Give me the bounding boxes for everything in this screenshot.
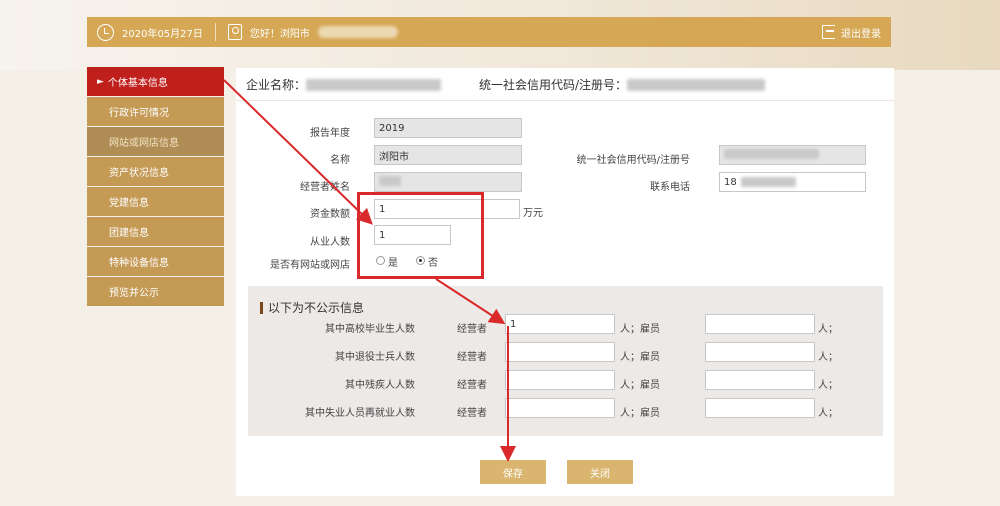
redacted-credit-value xyxy=(724,149,819,159)
credit-code-field-label: 统一社会信用代码/注册号 xyxy=(576,155,690,166)
website-no-radio[interactable] xyxy=(416,256,425,265)
sidebar-item-admin-permit[interactable]: 行政许可情况 xyxy=(87,97,224,126)
top-bar: 2020年05月27日 您好！浏阳市 退出登录 xyxy=(87,17,891,47)
person-unit: 人； xyxy=(818,408,838,419)
redacted-credit-code xyxy=(627,79,766,91)
operator-name-label: 经营者姓名 xyxy=(300,182,350,193)
header-divider xyxy=(236,100,894,101)
employee-label: 人；雇员 xyxy=(620,408,660,419)
graduates-label: 其中高校毕业生人数 xyxy=(325,324,415,335)
operator-label: 经营者 xyxy=(457,380,487,391)
website-no-label: 否 xyxy=(428,258,438,269)
credit-code-label: 统一社会信用代码/注册号： xyxy=(479,78,628,92)
disabled-operator-field[interactable] xyxy=(505,370,615,390)
sidebar-item-label: 行政许可情况 xyxy=(109,108,169,119)
capital-label: 资金数额 xyxy=(310,209,350,220)
sidebar-item-label: 资产状况信息 xyxy=(109,168,169,179)
phone-prefix: 18 xyxy=(724,176,737,188)
employee-label: 人；雇员 xyxy=(620,324,660,335)
sidebar-item-asset-info[interactable]: 资产状况信息 xyxy=(87,157,224,186)
sidebar-item-basic-info[interactable]: ► 个体基本信息 xyxy=(87,67,224,96)
person-unit: 人； xyxy=(818,324,838,335)
sidebar-nav: ► 个体基本信息 行政许可情况 网站或网店信息 资产状况信息 党建信息 团建信息… xyxy=(87,67,224,307)
sidebar-item-label: 个体基本信息 xyxy=(107,78,168,89)
sidebar-item-special-equipment[interactable]: 特种设备信息 xyxy=(87,247,224,276)
redacted-phone xyxy=(740,177,796,187)
company-name-label: 企业名称： xyxy=(246,78,307,92)
person-unit: 人； xyxy=(818,380,838,391)
divider xyxy=(214,23,216,41)
current-date: 2020年05月27日 xyxy=(122,28,203,40)
veterans-operator-field[interactable] xyxy=(505,342,615,362)
veterans-employee-field[interactable] xyxy=(705,342,815,362)
sidebar-item-label: 党建信息 xyxy=(109,198,149,209)
report-year-field[interactable] xyxy=(374,118,522,138)
disabled-employee-field[interactable] xyxy=(705,370,815,390)
close-button[interactable]: 关闭 xyxy=(567,460,633,484)
report-year-label: 报告年度 xyxy=(310,128,350,139)
person-unit: 人； xyxy=(818,352,838,363)
reemployed-operator-field[interactable] xyxy=(505,398,615,418)
website-yes-radio[interactable] xyxy=(376,256,385,265)
logout-label: 退出登录 xyxy=(841,28,881,40)
operator-name-field[interactable] xyxy=(374,172,522,192)
enterprise-header: 企业名称： 统一社会信用代码/注册号： xyxy=(246,76,766,93)
sidebar-item-label: 预览并公示 xyxy=(109,288,159,299)
capital-unit: 万元 xyxy=(523,208,543,219)
redacted-username xyxy=(317,26,398,38)
staff-count-label: 从业人数 xyxy=(310,237,350,248)
graduates-operator-field[interactable] xyxy=(505,314,615,334)
title-accent-bar xyxy=(260,301,263,314)
reemployed-label: 其中失业人员再就业人数 xyxy=(305,408,415,419)
user-icon xyxy=(227,24,242,40)
sidebar-item-label: 网站或网店信息 xyxy=(109,138,179,149)
disabled-label: 其中残疾人人数 xyxy=(345,380,415,391)
phone-label: 联系电话 xyxy=(650,182,690,193)
non-public-title-text: 以下为不公示信息 xyxy=(268,301,365,315)
logout-icon xyxy=(822,25,835,39)
sidebar-item-party-info[interactable]: 党建信息 xyxy=(87,187,224,216)
save-button[interactable]: 保存 xyxy=(480,460,546,484)
name-label: 名称 xyxy=(330,155,350,166)
website-yes-label: 是 xyxy=(388,258,398,269)
name-field[interactable] xyxy=(374,145,522,165)
phone-field[interactable]: 18 xyxy=(719,172,866,192)
website-question-label: 是否有网站或网店 xyxy=(270,260,350,271)
greeting-text: 您好！浏阳市 xyxy=(249,28,310,40)
redacted-company-name xyxy=(306,79,442,91)
sidebar-item-website-info[interactable]: 网站或网店信息 xyxy=(87,127,224,156)
staff-count-field[interactable] xyxy=(374,225,451,245)
logout-button[interactable]: 退出登录 xyxy=(822,25,881,40)
clock-icon xyxy=(97,23,114,41)
operator-label: 经营者 xyxy=(457,324,487,335)
employee-label: 人；雇员 xyxy=(620,380,660,391)
operator-label: 经营者 xyxy=(457,352,487,363)
operator-label: 经营者 xyxy=(457,408,487,419)
veterans-label: 其中退役士兵人数 xyxy=(335,352,415,363)
redacted-operator-name xyxy=(379,176,401,186)
capital-field[interactable] xyxy=(374,199,520,219)
employee-label: 人；雇员 xyxy=(620,352,660,363)
caret-right-icon: ► xyxy=(97,76,104,87)
graduates-employee-field[interactable] xyxy=(705,314,815,334)
reemployed-employee-field[interactable] xyxy=(705,398,815,418)
credit-code-field[interactable] xyxy=(719,145,866,165)
sidebar-item-preview-publish[interactable]: 预览并公示 xyxy=(87,277,224,306)
sidebar-item-label: 特种设备信息 xyxy=(109,258,169,269)
non-public-title: 以下为不公示信息 xyxy=(260,299,364,316)
sidebar-item-label: 团建信息 xyxy=(109,228,149,239)
sidebar-item-league-info[interactable]: 团建信息 xyxy=(87,217,224,246)
